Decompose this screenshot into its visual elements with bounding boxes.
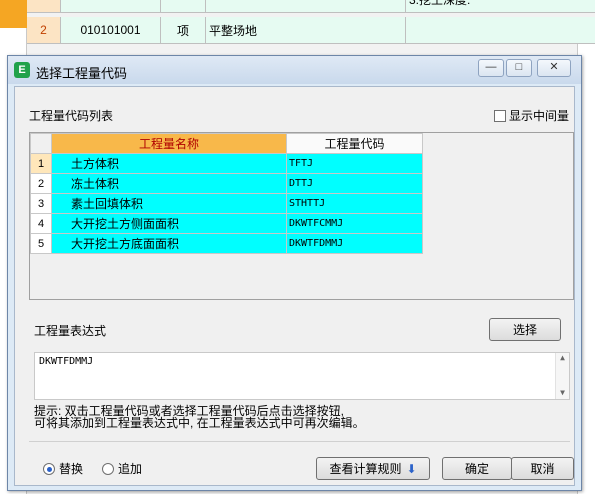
replace-radio[interactable]: 替换 <box>43 460 83 477</box>
item-feature <box>406 17 595 44</box>
row-name[interactable]: 冻土体积 <box>51 173 287 194</box>
item-name: 平整场地 <box>206 17 406 44</box>
minimize-button[interactable]: — <box>478 59 504 77</box>
row-index: 2 <box>30 173 52 194</box>
maximize-button[interactable]: □ <box>506 59 532 77</box>
show-intermediate-checkbox[interactable]: 显示中间量 <box>494 107 569 124</box>
table-row[interactable]: 2 010101001 项 平整场地 <box>27 17 595 44</box>
row-code[interactable]: DTTJ <box>286 173 423 194</box>
arrow-down-icon: ⬇ <box>406 461 417 476</box>
view-rules-label: 查看计算规则 <box>329 462 402 476</box>
append-radio-label: 追加 <box>118 462 143 476</box>
close-button[interactable]: ✕ <box>537 59 571 77</box>
show-intermediate-label: 显示中间量 <box>509 109 570 123</box>
header-code[interactable]: 工程量代码 <box>286 133 423 154</box>
table-row[interactable]: 1 土方体积 TFTJ <box>30 153 423 174</box>
radio-selected-icon[interactable] <box>43 462 55 475</box>
item-code: 010101001 <box>61 17 161 44</box>
scroll-down-icon[interactable]: ▼ <box>556 388 569 397</box>
table-row[interactable]: 2 冻土体积 DTTJ <box>30 173 423 194</box>
row-name[interactable]: 素土回填体积 <box>51 193 287 214</box>
dialog-titlebar[interactable]: E 选择工程量代码 — □ ✕ <box>8 56 581 84</box>
view-rules-button[interactable]: 查看计算规则 ⬇ <box>316 457 430 480</box>
row-index: 2 <box>27 17 61 44</box>
row-code[interactable]: DKWTFCMMJ <box>286 213 423 234</box>
quantity-code-table[interactable]: 工程量名称 工程量代码 1 土方体积 TFTJ 2 冻土体积 DTTJ 3 素土… <box>29 132 574 300</box>
replace-radio-label: 替换 <box>59 462 84 476</box>
code-list-label: 工程量代码列表 <box>29 109 114 123</box>
row-index: 1 <box>30 153 52 174</box>
scroll-up-icon[interactable]: ▲ <box>556 353 569 362</box>
row-name[interactable]: 土方体积 <box>51 153 287 174</box>
row-code[interactable]: DKWTFDMMJ <box>286 233 423 254</box>
cancel-button[interactable]: 取消 <box>511 457 574 480</box>
row-index: 3 <box>30 193 52 214</box>
row-code[interactable]: STHTTJ <box>286 193 423 214</box>
select-quantity-code-dialog: E 选择工程量代码 — □ ✕ 工程量代码列表 显示中间量 工程量名称 工程量代… <box>7 55 582 491</box>
header-name[interactable]: 工程量名称 <box>51 133 287 154</box>
expression-scrollbar[interactable]: ▲ ▼ <box>555 353 569 399</box>
table-row[interactable]: 3 素土回填体积 STHTTJ <box>30 193 423 214</box>
footer-divider <box>29 441 570 442</box>
item-unit: 项 <box>161 17 206 44</box>
item-code <box>61 0 161 13</box>
radio-unselected-icon[interactable] <box>102 462 114 475</box>
expression-textarea[interactable]: DKWTFDMMJ ▲ ▼ <box>34 352 570 400</box>
dialog-body: 工程量代码列表 显示中间量 工程量名称 工程量代码 1 土方体积 TFTJ 2 <box>14 86 575 486</box>
row-index <box>27 0 61 13</box>
table-row[interactable]: 5 大开挖土方底面面积 DKWTFDMMJ <box>30 233 423 254</box>
ok-button[interactable]: 确定 <box>442 457 512 480</box>
item-feature: 3.挖土深度: <box>406 0 595 13</box>
row-code[interactable]: TFTJ <box>286 153 423 174</box>
table-header-row: 工程量名称 工程量代码 <box>30 133 423 154</box>
row-name[interactable]: 大开挖土方侧面面积 <box>51 213 287 234</box>
item-unit <box>161 0 206 13</box>
app-icon: E <box>14 62 30 78</box>
item-name <box>206 0 406 13</box>
row-name[interactable]: 大开挖土方底面面积 <box>51 233 287 254</box>
select-button[interactable]: 选择 <box>489 318 561 341</box>
dialog-title: 选择工程量代码 <box>36 66 128 81</box>
row-marker <box>0 0 27 28</box>
expression-label: 工程量表达式 <box>34 324 107 338</box>
expression-value: DKWTFDMMJ <box>39 356 94 367</box>
row-index: 4 <box>30 213 52 234</box>
append-radio[interactable]: 追加 <box>102 460 142 477</box>
hint-line-2: 可将其添加到工程量表达式中, 在工程量表达式中可再次编辑。 <box>34 416 365 430</box>
row-index: 5 <box>30 233 52 254</box>
header-index <box>30 133 52 154</box>
table-row[interactable]: 3.挖土深度: <box>27 0 595 13</box>
checkbox-box[interactable] <box>494 109 506 122</box>
table-row[interactable]: 4 大开挖土方侧面面积 DKWTFCMMJ <box>30 213 423 234</box>
